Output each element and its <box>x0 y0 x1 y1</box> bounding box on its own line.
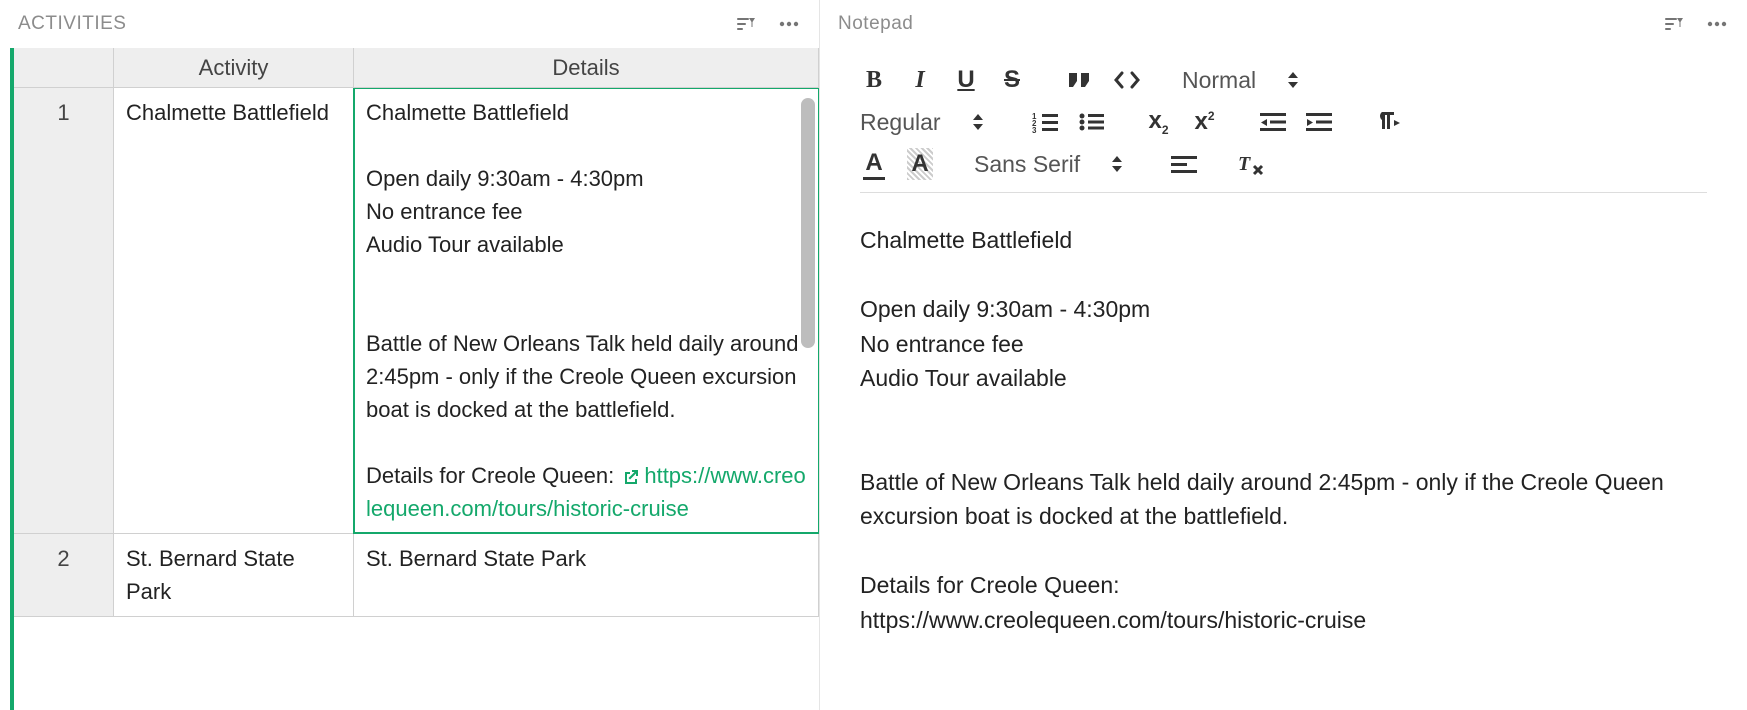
toolbar-row-2: Regular 123 x2 x2 <box>860 106 1707 138</box>
table-row[interactable]: 1Chalmette BattlefieldChalmette Battlefi… <box>14 88 819 534</box>
scrollbar-track[interactable] <box>801 98 815 678</box>
svg-text:3: 3 <box>1032 126 1037 133</box>
external-link-icon <box>620 467 640 487</box>
scrollbar-thumb[interactable] <box>801 98 815 348</box>
bold-button[interactable]: B <box>860 64 888 96</box>
background-color-button[interactable]: A <box>906 148 934 180</box>
underline-button[interactable]: U <box>952 64 980 96</box>
details-text: St. Bernard State Park <box>366 546 586 571</box>
activity-column-header[interactable]: Activity <box>114 48 354 87</box>
activities-header-actions <box>733 12 801 36</box>
indent-button[interactable] <box>1305 106 1333 138</box>
row-number-header[interactable] <box>14 48 114 87</box>
outdent-button[interactable] <box>1259 106 1287 138</box>
details-cell[interactable]: Chalmette Battlefield Open daily 9:30am … <box>354 88 819 533</box>
heading-select-label: Normal <box>1182 67 1256 94</box>
toolbar-row-3: A A Sans Serif <box>860 148 1707 180</box>
table-header-row: Activity Details <box>14 48 819 88</box>
toolbar-row-1: B I U S Normal <box>860 64 1707 96</box>
details-column-header[interactable]: Details <box>354 48 819 87</box>
more-icon[interactable] <box>777 12 801 36</box>
subscript-button[interactable]: x2 <box>1145 106 1173 138</box>
weight-select[interactable]: Regular <box>860 109 991 136</box>
notepad-header: Notepad <box>820 0 1747 48</box>
details-text: Chalmette Battlefield Open daily 9:30am … <box>366 100 805 488</box>
activity-cell[interactable]: Chalmette Battlefield <box>114 88 354 533</box>
notepad-content[interactable]: Chalmette Battlefield Open daily 9:30am … <box>860 193 1707 667</box>
code-block-button[interactable] <box>1112 64 1142 96</box>
notepad-title: Notepad <box>838 13 913 35</box>
activities-header: ACTIVITIES <box>0 0 819 48</box>
filter-icon[interactable] <box>1661 12 1685 36</box>
more-icon[interactable] <box>1705 12 1729 36</box>
filter-icon[interactable] <box>733 12 757 36</box>
italic-button[interactable]: I <box>906 64 934 96</box>
ordered-list-button[interactable]: 123 <box>1031 106 1059 138</box>
svg-text:T: T <box>1238 153 1251 175</box>
activities-title: ACTIVITIES <box>18 13 126 35</box>
blockquote-button[interactable] <box>1066 64 1094 96</box>
heading-select[interactable]: Normal <box>1182 67 1306 94</box>
sort-caret-icon <box>971 112 985 132</box>
activities-table[interactable]: Activity Details 1Chalmette BattlefieldC… <box>10 48 819 710</box>
notepad-body: B I U S Normal <box>820 48 1747 710</box>
unordered-list-button[interactable] <box>1077 106 1105 138</box>
table-body: 1Chalmette BattlefieldChalmette Battlefi… <box>14 88 819 710</box>
clear-format-button[interactable]: T <box>1238 148 1266 180</box>
notepad-header-actions <box>1661 12 1729 36</box>
activities-panel: ACTIVITIES Activity Details 1Chalmet <box>0 0 820 710</box>
sort-caret-icon <box>1286 70 1300 90</box>
strikethrough-button[interactable]: S <box>998 64 1026 96</box>
superscript-button[interactable]: x2 <box>1191 106 1219 138</box>
font-select[interactable]: Sans Serif <box>974 151 1130 178</box>
activity-cell[interactable]: St. Bernard State Park <box>114 534 354 616</box>
editor-toolbar: B I U S Normal <box>860 48 1707 193</box>
row-number-cell[interactable]: 1 <box>14 88 114 533</box>
details-cell[interactable]: St. Bernard State Park <box>354 534 819 616</box>
sort-caret-icon <box>1110 154 1124 174</box>
table-row[interactable]: 2St. Bernard State ParkSt. Bernard State… <box>14 534 819 617</box>
weight-select-label: Regular <box>860 109 941 136</box>
align-button[interactable] <box>1170 148 1198 180</box>
text-direction-button[interactable] <box>1373 106 1401 138</box>
row-number-cell[interactable]: 2 <box>14 534 114 616</box>
font-select-label: Sans Serif <box>974 151 1080 178</box>
activities-table-wrap: Activity Details 1Chalmette BattlefieldC… <box>0 48 819 710</box>
text-color-button[interactable]: A <box>860 148 888 180</box>
notepad-panel: Notepad B I U S <box>820 0 1747 710</box>
